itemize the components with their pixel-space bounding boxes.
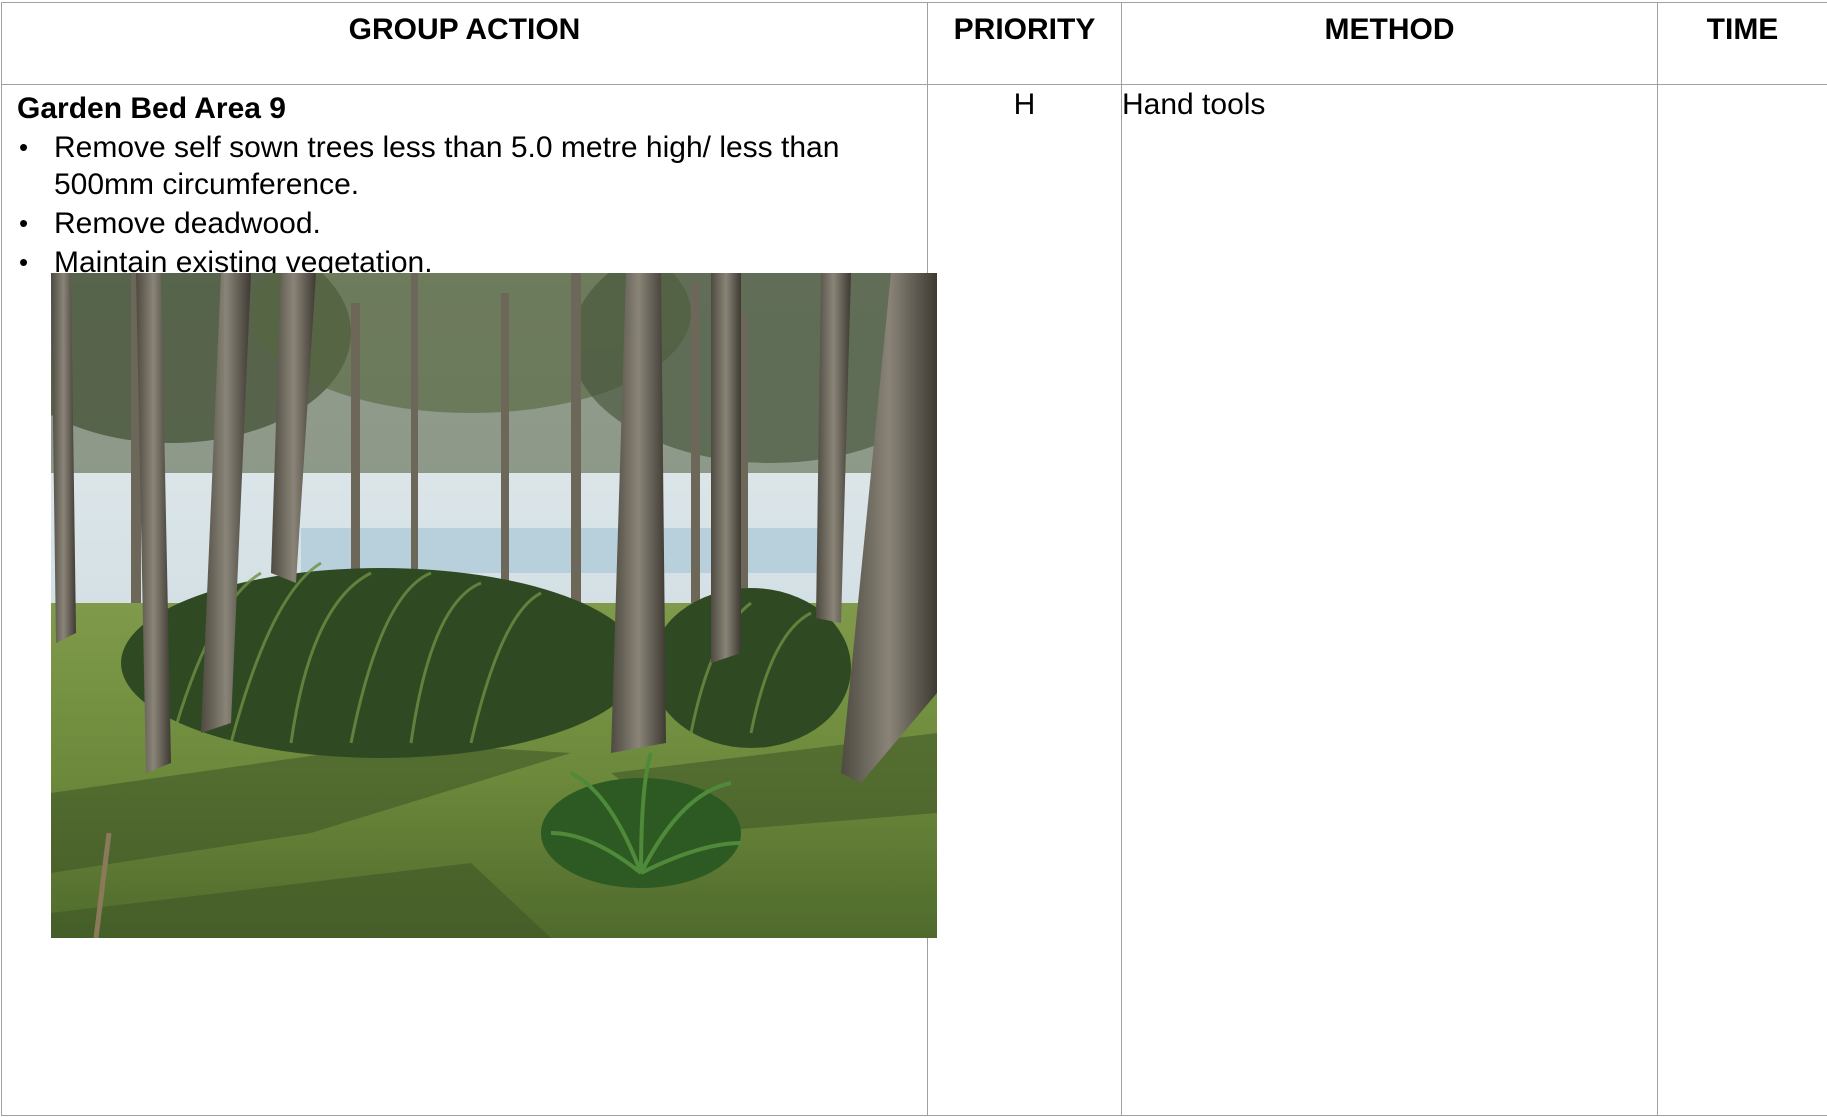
header-group-action: GROUP ACTION (1, 2, 928, 85)
method-cell: Hand tools (1121, 84, 1658, 1116)
bullet-icon: • (19, 208, 29, 238)
action-text: Remove deadwood. (54, 207, 321, 240)
list-item: • Remove self sown trees less than 5.0 m… (17, 129, 913, 203)
time-cell (1657, 84, 1827, 1116)
header-priority: PRIORITY (927, 2, 1122, 85)
bullet-icon: • (19, 247, 29, 277)
photo-garden-bed-icon (51, 273, 937, 938)
header-row: GROUP ACTION PRIORITY METHOD TIME (1, 2, 1827, 85)
action-text: Remove self sown trees less than 5.0 met… (54, 131, 840, 201)
bullet-icon: • (19, 132, 29, 162)
header-time: TIME (1657, 2, 1827, 85)
header-method: METHOD (1121, 2, 1658, 85)
list-item: • Remove deadwood. (17, 205, 913, 242)
priority-cell: H (927, 84, 1122, 1116)
garden-bed-photo (51, 273, 937, 938)
area-title: Garden Bed Area 9 (17, 92, 286, 125)
action-list: • Remove self sown trees less than 5.0 m… (17, 129, 913, 281)
